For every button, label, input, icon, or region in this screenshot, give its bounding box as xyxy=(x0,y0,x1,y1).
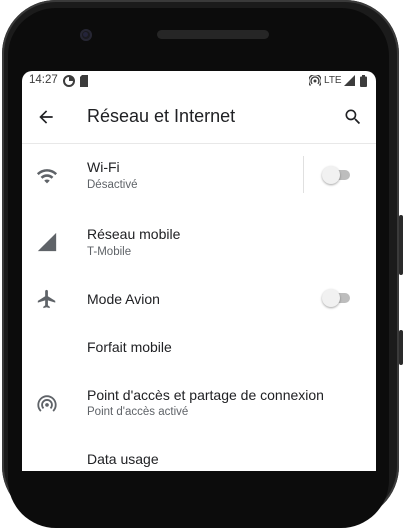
hotspot-icon xyxy=(37,395,57,412)
data-saver-icon xyxy=(63,75,75,87)
app-bar-divider xyxy=(22,143,376,144)
wifi-label: Wi-Fi xyxy=(87,159,120,175)
airplane-mode-label: Mode Avion xyxy=(87,291,160,307)
hotspot-label: Point d'accès et partage de connexion xyxy=(87,387,324,403)
data-usage-label: Data usage xyxy=(87,451,159,467)
hotspot-status-icon xyxy=(309,75,321,86)
mobile-network-label: Réseau mobile xyxy=(87,226,181,242)
sd-card-icon xyxy=(80,75,88,87)
battery-icon xyxy=(360,75,367,87)
status-time: 14:27 xyxy=(29,74,58,86)
hotspot-status: Point d'accès activé xyxy=(87,406,189,418)
search-icon[interactable] xyxy=(343,107,363,127)
wifi-icon xyxy=(36,169,58,184)
mobile-plan-label: Forfait mobile xyxy=(87,339,172,355)
mobile-network-carrier: T-Mobile xyxy=(87,246,132,258)
airplane-mode-toggle[interactable] xyxy=(322,289,352,307)
screen: 14:27 LTE Réseau et Internet Wi-Fi Désac… xyxy=(22,71,376,471)
signal-icon xyxy=(37,232,57,252)
earpiece-speaker xyxy=(157,30,269,39)
setting-data-usage[interactable]: Data usage xyxy=(22,443,376,471)
setting-mobile-network[interactable]: Réseau mobile T-Mobile xyxy=(22,214,376,270)
wifi-toggle-thumb xyxy=(322,166,340,184)
setting-hotspot[interactable]: Point d'accès et partage de connexion Po… xyxy=(22,376,376,432)
app-bar: Réseau et Internet xyxy=(22,91,376,143)
front-camera xyxy=(80,29,92,41)
wifi-toggle[interactable] xyxy=(322,166,352,184)
status-bar: 14:27 LTE xyxy=(22,71,376,91)
wifi-status: Désactivé xyxy=(87,179,138,191)
airplane-icon xyxy=(37,289,56,309)
phone-frame: 14:27 LTE Réseau et Internet Wi-Fi Désac… xyxy=(0,0,403,528)
volume-button xyxy=(399,215,403,275)
airplane-toggle-thumb xyxy=(322,289,340,307)
cell-signal-icon xyxy=(344,75,355,86)
power-button xyxy=(399,330,403,365)
setting-mobile-plan[interactable]: Forfait mobile xyxy=(22,329,376,369)
network-type: LTE xyxy=(324,75,342,86)
back-arrow-icon[interactable] xyxy=(36,107,56,127)
page-title: Réseau et Internet xyxy=(87,106,236,126)
wifi-toggle-separator xyxy=(303,156,304,193)
